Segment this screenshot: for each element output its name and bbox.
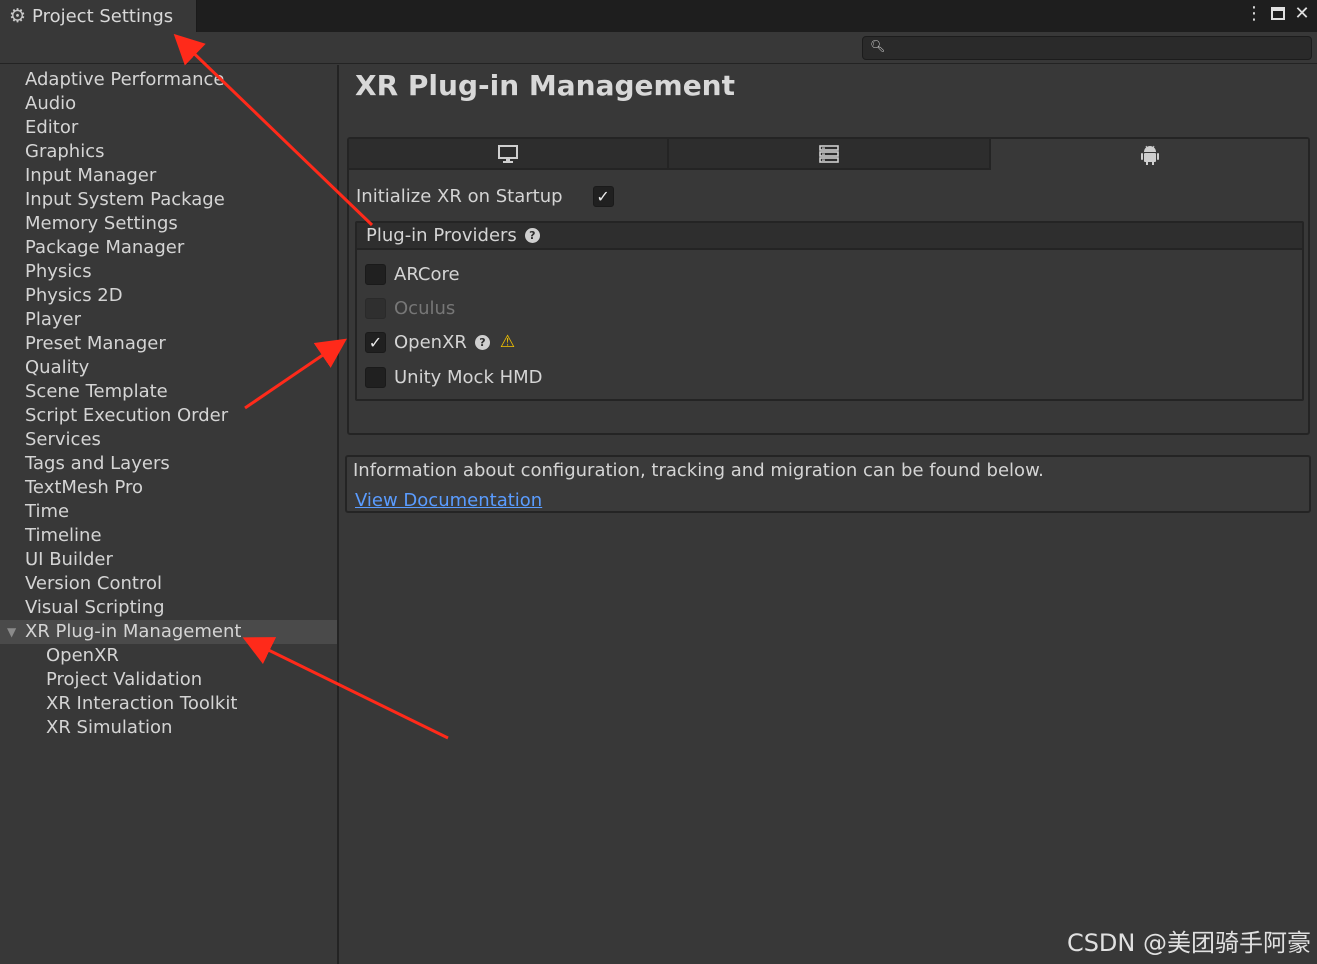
sidebar-item-xr-plugin-management[interactable]: ▼ XR Plug-in Management bbox=[0, 620, 337, 644]
sidebar-item-time[interactable]: Time bbox=[0, 500, 337, 524]
sidebar-item-xr-interaction-toolkit[interactable]: XR Interaction Toolkit bbox=[0, 692, 337, 716]
kebab-menu-icon[interactable]: ⋮ bbox=[1245, 3, 1263, 24]
provider-oculus-checkbox bbox=[365, 297, 386, 319]
tab-android[interactable] bbox=[991, 139, 1308, 170]
provider-openxr[interactable]: ✓ OpenXR ? ⚠ bbox=[365, 329, 515, 355]
plugin-providers-title: Plug-in Providers bbox=[366, 225, 517, 246]
gear-icon: ⚙ bbox=[9, 5, 27, 27]
window-tab-project-settings[interactable]: ⚙ Project Settings bbox=[0, 0, 197, 32]
sidebar-item-tags-and-layers[interactable]: Tags and Layers bbox=[0, 452, 337, 476]
desktop-icon bbox=[498, 144, 518, 163]
provider-unity-mock-hmd[interactable]: Unity Mock HMD bbox=[365, 364, 543, 390]
help-icon[interactable]: ? bbox=[474, 334, 490, 350]
view-documentation-link[interactable]: View Documentation bbox=[355, 490, 542, 511]
sidebar-item-memory-settings[interactable]: Memory Settings bbox=[0, 212, 337, 236]
tab-server[interactable] bbox=[669, 139, 991, 170]
page-title: XR Plug-in Management bbox=[355, 69, 735, 102]
sidebar-item-player[interactable]: Player bbox=[0, 308, 337, 332]
init-xr-checkbox[interactable]: ✓ bbox=[592, 185, 614, 207]
sidebar-item-ui-builder[interactable]: UI Builder bbox=[0, 548, 337, 572]
close-icon[interactable]: ✕ bbox=[1293, 3, 1311, 24]
info-box: Information about configuration, trackin… bbox=[345, 455, 1311, 513]
android-icon bbox=[1140, 145, 1159, 165]
plugin-providers-header: Plug-in Providers ? bbox=[357, 223, 1302, 250]
platform-tabs bbox=[349, 139, 1308, 170]
sidebar-item-xr-simulation[interactable]: XR Simulation bbox=[0, 716, 337, 740]
sidebar-item-visual-scripting[interactable]: Visual Scripting bbox=[0, 596, 337, 620]
provider-arcore-checkbox[interactable] bbox=[365, 263, 386, 285]
help-icon[interactable]: ? bbox=[524, 228, 540, 243]
sidebar-item-version-control[interactable]: Version Control bbox=[0, 572, 337, 596]
sidebar-item-label: XR Plug-in Management bbox=[25, 621, 242, 642]
sidebar-item-input-system-package[interactable]: Input System Package bbox=[0, 188, 337, 212]
watermark: CSDN @美团骑手阿豪 bbox=[1066, 929, 1311, 957]
plugin-providers-panel: Plug-in Providers ? ARCore Oculus ✓ Open… bbox=[355, 221, 1304, 401]
sidebar-item-package-manager[interactable]: Package Manager bbox=[0, 236, 337, 260]
sidebar-item-graphics[interactable]: Graphics bbox=[0, 140, 337, 164]
sidebar-item-quality[interactable]: Quality bbox=[0, 356, 337, 380]
provider-label: ARCore bbox=[394, 263, 460, 285]
provider-label: Oculus bbox=[394, 297, 456, 319]
provider-label: OpenXR bbox=[394, 331, 467, 353]
sidebar-item-textmesh-pro[interactable]: TextMesh Pro bbox=[0, 476, 337, 500]
server-icon bbox=[819, 144, 839, 163]
provider-label: Unity Mock HMD bbox=[394, 366, 543, 388]
sidebar-item-timeline[interactable]: Timeline bbox=[0, 524, 337, 548]
init-xr-on-startup-row: Initialize XR on Startup ✓ bbox=[356, 182, 614, 210]
tab-desktop[interactable] bbox=[349, 139, 669, 170]
fold-down-icon[interactable]: ▼ bbox=[7, 620, 16, 644]
sidebar-item-editor[interactable]: Editor bbox=[0, 116, 337, 140]
settings-sidebar: Adaptive Performance Audio Editor Graphi… bbox=[0, 65, 339, 964]
sidebar-item-input-manager[interactable]: Input Manager bbox=[0, 164, 337, 188]
sidebar-item-audio[interactable]: Audio bbox=[0, 92, 337, 116]
maximize-icon[interactable] bbox=[1271, 7, 1285, 20]
provider-oculus: Oculus bbox=[365, 295, 455, 321]
sidebar-item-scene-template[interactable]: Scene Template bbox=[0, 380, 337, 404]
init-xr-label: Initialize XR on Startup bbox=[356, 185, 563, 207]
sidebar-item-services[interactable]: Services bbox=[0, 428, 337, 452]
sidebar-item-openxr[interactable]: OpenXR bbox=[0, 644, 337, 668]
search-input[interactable]: 🔍︎ bbox=[862, 36, 1312, 60]
provider-openxr-checkbox[interactable]: ✓ bbox=[365, 331, 386, 353]
sidebar-item-physics[interactable]: Physics bbox=[0, 260, 337, 284]
sidebar-item-physics-2d[interactable]: Physics 2D bbox=[0, 284, 337, 308]
info-text: Information about configuration, trackin… bbox=[353, 460, 1044, 481]
sidebar-item-script-execution-order[interactable]: Script Execution Order bbox=[0, 404, 337, 428]
window-controls: ⋮ ✕ bbox=[1245, 3, 1311, 24]
provider-arcore[interactable]: ARCore bbox=[365, 261, 460, 287]
magnifier-icon: 🔍︎ bbox=[870, 39, 886, 53]
warning-icon[interactable]: ⚠ bbox=[500, 332, 515, 352]
sidebar-item-adaptive-performance[interactable]: Adaptive Performance bbox=[0, 68, 337, 92]
sidebar-item-project-validation[interactable]: Project Validation bbox=[0, 668, 337, 692]
settings-content: XR Plug-in Management Initialize XR on S… bbox=[341, 65, 1317, 964]
title-bar: ⚙ Project Settings ⋮ ✕ bbox=[0, 0, 1317, 32]
platform-settings-box: Initialize XR on Startup ✓ Plug-in Provi… bbox=[347, 137, 1310, 435]
sidebar-item-preset-manager[interactable]: Preset Manager bbox=[0, 332, 337, 356]
toolbar: 🔍︎ bbox=[0, 32, 1317, 64]
window-tab-title: Project Settings bbox=[32, 5, 174, 27]
provider-unity-mock-hmd-checkbox[interactable] bbox=[365, 366, 386, 388]
